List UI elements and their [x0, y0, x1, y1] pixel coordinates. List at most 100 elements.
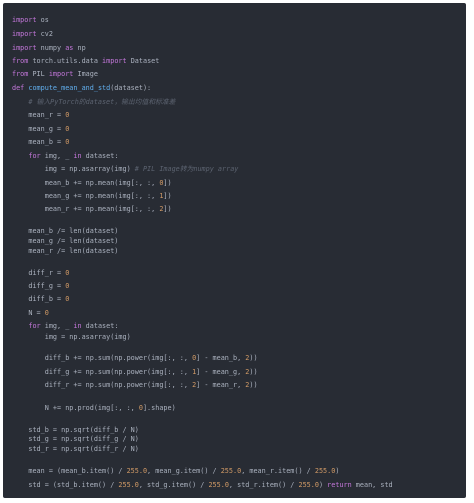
code-line: diff_b = 0	[12, 295, 69, 304]
code-token: np	[73, 44, 86, 52]
code-line: from PIL import Image	[12, 70, 98, 79]
code-line: img = np.asarray(img)	[12, 333, 131, 342]
code-token: , std_r.item() /	[228, 481, 299, 489]
code-token: import	[12, 30, 37, 38]
code-token: diff_r =	[12, 269, 66, 277]
code-token: from	[12, 57, 29, 65]
code-line: std_b = np.sqrt(diff_b / N)	[12, 426, 139, 435]
code-token: , mean_r.item() /	[241, 467, 315, 475]
code-token: diff_b += np.sum(np.power(img[:, :,	[12, 354, 193, 362]
code-token: import	[12, 16, 37, 24]
code-comment: # 输入PyTorch的dataset，输出均值和标准差	[12, 98, 176, 106]
code-token: ] - mean_g,	[196, 368, 246, 376]
code-token: 255.0	[208, 481, 229, 489]
code-token: (dataset):	[110, 84, 152, 92]
code-line: mean_b /= len(dataset)	[12, 227, 118, 236]
code-token: import	[12, 44, 37, 52]
code-token: img, _	[40, 322, 74, 330]
code-token: img, _	[40, 152, 74, 160]
code-token: 0	[65, 138, 70, 146]
code-token: ] - mean_r,	[196, 381, 246, 389]
code-token: 0	[65, 125, 70, 133]
code-line: img = np.asarray(img) # PIL Image转为numpy…	[12, 165, 239, 174]
code-token: for	[28, 152, 41, 160]
code-line: mean_r = 0	[12, 111, 69, 120]
code-token: from	[12, 70, 29, 78]
code-token: Image	[73, 70, 98, 78]
code-line: diff_g = 0	[12, 282, 69, 291]
code-token: ])	[163, 205, 172, 213]
code-token: Dataset	[126, 57, 160, 65]
code-token: for	[28, 322, 41, 330]
code-line: mean_r /= len(dataset)	[12, 247, 118, 256]
code-token: ))	[249, 368, 258, 376]
code-line: mean_b = 0	[12, 138, 69, 147]
code-token: mean_r =	[12, 111, 66, 119]
code-line: for img, _ in dataset:	[12, 322, 118, 331]
code-token: 255.0	[126, 467, 148, 475]
code-token: in	[73, 152, 82, 160]
code-line: import cv2	[12, 30, 53, 39]
code-token: mean_r /= len(dataset)	[12, 247, 119, 255]
code-token: ))	[249, 381, 258, 389]
code-line: std_r = np.sqrt(diff_r / N)	[12, 445, 139, 454]
code-token: std_r = np.sqrt(diff_r / N)	[12, 445, 139, 453]
code-token: mean_b /= len(dataset)	[12, 227, 119, 235]
code-line: mean = (mean_b.item() / 255.0, mean_g.it…	[12, 467, 339, 476]
code-line: N += np.prod(img[:, :, 0].shape)	[12, 404, 176, 413]
code-line: def compute_mean_and_std(dataset):	[12, 84, 151, 93]
code-token: 0	[65, 295, 70, 303]
code-token: diff_b =	[12, 295, 66, 303]
code-token: img = np.asarray(img)	[12, 333, 131, 341]
code-editor-panel: import os import cv2 import numpy as np …	[3, 3, 466, 498]
code-line: mean_g = 0	[12, 125, 69, 134]
code-token: N += np.prod(img[:, :,	[12, 404, 139, 412]
code-line: mean_g /= len(dataset)	[12, 237, 118, 246]
code-token: mean_b =	[12, 138, 66, 146]
code-token: ].shape)	[142, 404, 176, 412]
code-token: torch.utils.data	[28, 57, 103, 65]
code-line: diff_r = 0	[12, 269, 69, 278]
code-token: os	[36, 16, 49, 24]
code-token: return	[327, 481, 352, 489]
code-line: diff_b += np.sum(np.power(img[:, :, 0] -…	[12, 354, 258, 363]
code-token: 255.0	[220, 467, 242, 475]
code-token: ] - mean_b,	[196, 354, 246, 362]
code-line: mean_g += np.mean(img[:, :, 1])	[12, 192, 172, 201]
code-line: import os	[12, 16, 49, 25]
code-token: mean = (mean_b.item() /	[12, 467, 127, 475]
code-token: def	[12, 84, 25, 92]
code-token: 0	[65, 282, 70, 290]
code-token: , mean_g.item() /	[147, 467, 221, 475]
code-token: 255.0	[118, 481, 139, 489]
code-line: std_g = np.sqrt(diff_g / N)	[12, 435, 139, 444]
code-token: img = np.asarray(img)	[12, 165, 135, 173]
code-token: mean, std	[351, 481, 393, 489]
code-token: )	[318, 481, 328, 489]
code-token: PIL	[28, 70, 49, 78]
code-token: , std_g.item() /	[138, 481, 209, 489]
code-line: diff_r += np.sum(np.power(img[:, :, 2] -…	[12, 381, 258, 390]
code-token: mean_r += np.mean(img[:, :,	[12, 205, 160, 213]
code-line: import numpy as np	[12, 44, 86, 53]
code-token: import	[48, 70, 74, 78]
code-token: )	[335, 467, 340, 475]
code-token: mean_g =	[12, 125, 66, 133]
code-token: dataset:	[81, 152, 119, 160]
code-comment: # PIL Image转为numpy array	[134, 165, 239, 173]
code-token: 0	[44, 309, 49, 317]
code-token: mean_b += np.mean(img[:, :,	[12, 179, 160, 187]
code-token: ])	[163, 179, 172, 187]
code-line: mean_r += np.mean(img[:, :, 2])	[12, 205, 172, 214]
code-token: 0	[65, 269, 70, 277]
code-token: 255.0	[314, 467, 336, 475]
code-line: for img, _ in dataset:	[12, 152, 118, 161]
code-token: std_g = np.sqrt(diff_g / N)	[12, 435, 139, 443]
code-token: N =	[12, 309, 45, 317]
code-token: numpy	[36, 44, 66, 52]
code-token: compute_mean_and_std	[28, 84, 111, 92]
code-token: std = (std_b.item() /	[12, 481, 119, 489]
code-token: dataset:	[81, 322, 119, 330]
